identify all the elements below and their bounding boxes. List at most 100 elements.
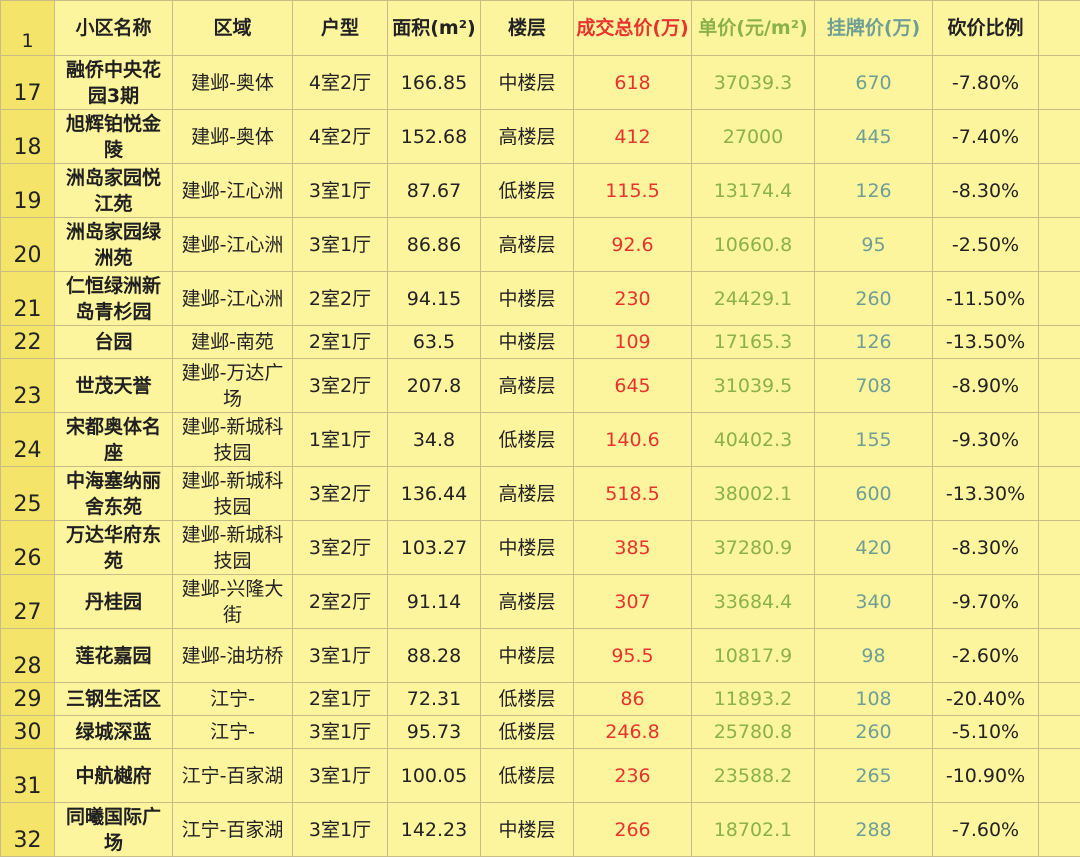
discount-cell[interactable]: -2.50%	[933, 218, 1039, 272]
list-price-cell[interactable]: 265	[815, 749, 933, 803]
layout-cell[interactable]: 3室2厅	[293, 521, 388, 575]
row-number-cell[interactable]: 23	[1, 359, 55, 413]
name-cell[interactable]: 宋都奥体名座	[55, 413, 173, 467]
discount-cell[interactable]: -8.90%	[933, 359, 1039, 413]
deal-price-cell[interactable]: 246.8	[574, 716, 692, 749]
empty-cell[interactable]	[1039, 749, 1080, 803]
unit-price-cell[interactable]: 23588.2	[692, 749, 815, 803]
row-number-cell[interactable]: 28	[1, 629, 55, 683]
empty-cell[interactable]	[1039, 413, 1080, 467]
row-number-cell[interactable]: 18	[1, 110, 55, 164]
discount-cell[interactable]: -10.90%	[933, 749, 1039, 803]
floor-cell[interactable]: 中楼层	[481, 629, 574, 683]
header-district[interactable]: 区域	[173, 1, 293, 56]
area-cell[interactable]: 63.5	[388, 326, 481, 359]
name-cell[interactable]: 绿城深蓝	[55, 716, 173, 749]
area-cell[interactable]: 86.86	[388, 218, 481, 272]
floor-cell[interactable]: 中楼层	[481, 521, 574, 575]
list-price-cell[interactable]: 445	[815, 110, 933, 164]
area-cell[interactable]: 100.05	[388, 749, 481, 803]
floor-cell[interactable]: 中楼层	[481, 272, 574, 326]
unit-price-cell[interactable]: 13174.4	[692, 164, 815, 218]
unit-price-cell[interactable]: 10817.9	[692, 629, 815, 683]
list-price-cell[interactable]: 340	[815, 575, 933, 629]
empty-cell[interactable]	[1039, 110, 1080, 164]
discount-cell[interactable]: -7.40%	[933, 110, 1039, 164]
floor-cell[interactable]: 低楼层	[481, 716, 574, 749]
unit-price-cell[interactable]: 11893.2	[692, 683, 815, 716]
name-cell[interactable]: 中海塞纳丽舍东苑	[55, 467, 173, 521]
row-number-cell[interactable]: 30	[1, 716, 55, 749]
discount-cell[interactable]: -2.60%	[933, 629, 1039, 683]
floor-cell[interactable]: 低楼层	[481, 749, 574, 803]
row-number-cell[interactable]: 26	[1, 521, 55, 575]
empty-cell[interactable]	[1039, 164, 1080, 218]
name-cell[interactable]: 三钢生活区	[55, 683, 173, 716]
layout-cell[interactable]: 3室1厅	[293, 218, 388, 272]
row-number-cell[interactable]: 32	[1, 803, 55, 857]
unit-price-cell[interactable]: 27000	[692, 110, 815, 164]
empty-cell[interactable]	[1039, 683, 1080, 716]
layout-cell[interactable]: 3室2厅	[293, 467, 388, 521]
unit-price-cell[interactable]: 17165.3	[692, 326, 815, 359]
unit-price-cell[interactable]: 25780.8	[692, 716, 815, 749]
unit-price-cell[interactable]: 33684.4	[692, 575, 815, 629]
district-cell[interactable]: 江宁-	[173, 683, 293, 716]
deal-price-cell[interactable]: 115.5	[574, 164, 692, 218]
district-cell[interactable]: 建邺-新城科技园	[173, 467, 293, 521]
name-cell[interactable]: 洲岛家园绿洲苑	[55, 218, 173, 272]
discount-cell[interactable]: -8.30%	[933, 521, 1039, 575]
floor-cell[interactable]: 中楼层	[481, 803, 574, 857]
deal-price-cell[interactable]: 307	[574, 575, 692, 629]
area-cell[interactable]: 103.27	[388, 521, 481, 575]
deal-price-cell[interactable]: 385	[574, 521, 692, 575]
unit-price-cell[interactable]: 40402.3	[692, 413, 815, 467]
layout-cell[interactable]: 2室1厅	[293, 683, 388, 716]
header-floor[interactable]: 楼层	[481, 1, 574, 56]
discount-cell[interactable]: -20.40%	[933, 683, 1039, 716]
name-cell[interactable]: 丹桂园	[55, 575, 173, 629]
row-number-cell[interactable]: 21	[1, 272, 55, 326]
name-cell[interactable]: 世茂天誉	[55, 359, 173, 413]
layout-cell[interactable]: 3室1厅	[293, 749, 388, 803]
area-cell[interactable]: 142.23	[388, 803, 481, 857]
row-number-cell[interactable]: 17	[1, 56, 55, 110]
row-number-cell[interactable]: 31	[1, 749, 55, 803]
name-cell[interactable]: 融侨中央花园3期	[55, 56, 173, 110]
unit-price-cell[interactable]: 10660.8	[692, 218, 815, 272]
header-layout[interactable]: 户型	[293, 1, 388, 56]
name-cell[interactable]: 中航樾府	[55, 749, 173, 803]
row-number-cell[interactable]: 25	[1, 467, 55, 521]
row-number-cell[interactable]: 24	[1, 413, 55, 467]
area-cell[interactable]: 136.44	[388, 467, 481, 521]
list-price-cell[interactable]: 95	[815, 218, 933, 272]
deal-price-cell[interactable]: 95.5	[574, 629, 692, 683]
header-area[interactable]: 面积(m²)	[388, 1, 481, 56]
deal-price-cell[interactable]: 618	[574, 56, 692, 110]
district-cell[interactable]: 建邺-江心洲	[173, 218, 293, 272]
deal-price-cell[interactable]: 109	[574, 326, 692, 359]
discount-cell[interactable]: -9.30%	[933, 413, 1039, 467]
area-cell[interactable]: 34.8	[388, 413, 481, 467]
unit-price-cell[interactable]: 31039.5	[692, 359, 815, 413]
district-cell[interactable]: 江宁-百家湖	[173, 803, 293, 857]
list-price-cell[interactable]: 670	[815, 56, 933, 110]
deal-price-cell[interactable]: 645	[574, 359, 692, 413]
district-cell[interactable]: 建邺-南苑	[173, 326, 293, 359]
name-cell[interactable]: 仁恒绿洲新岛青杉园	[55, 272, 173, 326]
area-cell[interactable]: 87.67	[388, 164, 481, 218]
district-cell[interactable]: 建邺-兴隆大街	[173, 575, 293, 629]
area-cell[interactable]: 95.73	[388, 716, 481, 749]
header-list-price[interactable]: 挂牌价(万)	[815, 1, 933, 56]
header-discount[interactable]: 砍价比例	[933, 1, 1039, 56]
discount-cell[interactable]: -7.60%	[933, 803, 1039, 857]
unit-price-cell[interactable]: 18702.1	[692, 803, 815, 857]
deal-price-cell[interactable]: 86	[574, 683, 692, 716]
district-cell[interactable]: 建邺-油坊桥	[173, 629, 293, 683]
discount-cell[interactable]: -8.30%	[933, 164, 1039, 218]
name-cell[interactable]: 莲花嘉园	[55, 629, 173, 683]
row-number-cell[interactable]: 1	[1, 1, 55, 56]
header-name[interactable]: 小区名称	[55, 1, 173, 56]
name-cell[interactable]: 同曦国际广场	[55, 803, 173, 857]
row-number-cell[interactable]: 19	[1, 164, 55, 218]
